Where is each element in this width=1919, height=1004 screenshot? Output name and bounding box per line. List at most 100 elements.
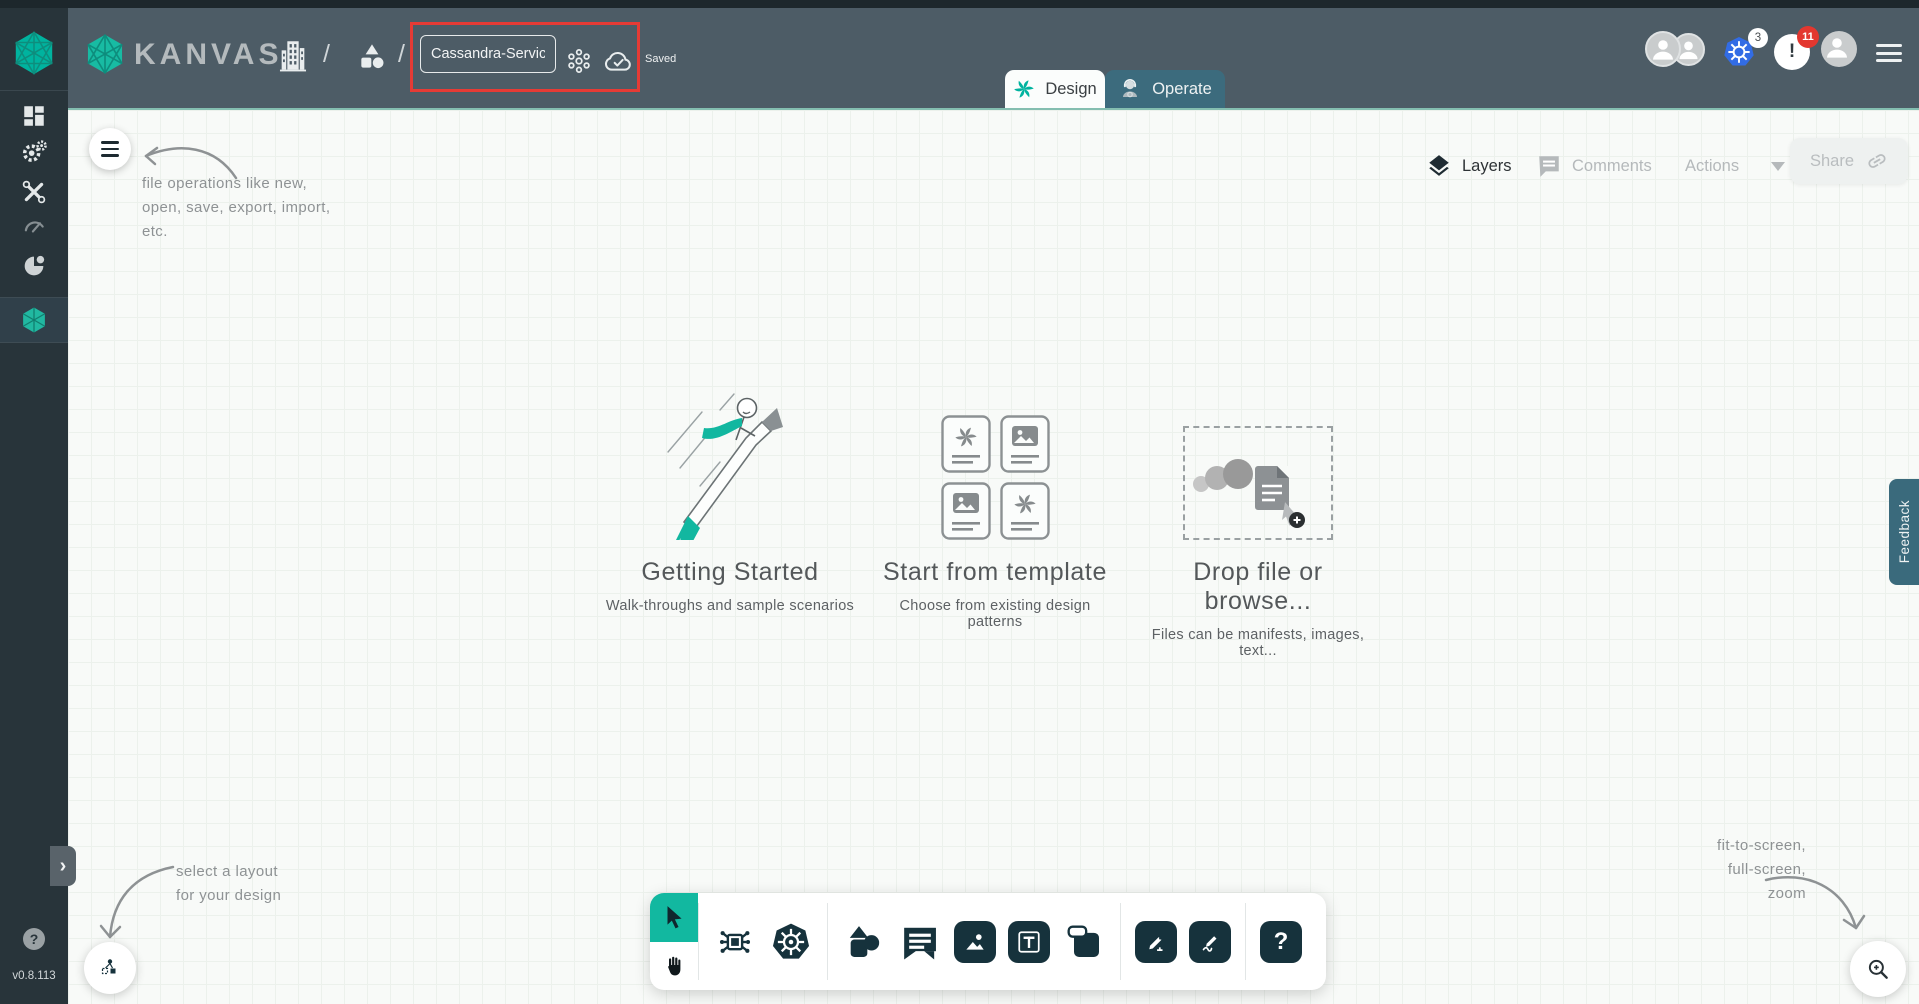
sidebar-expand-toggle[interactable]: › [50,846,76,886]
file-ops-annotation: file operations like new, open, save, ex… [142,175,331,240]
app-header: KANVAS / / Cassandra-Service Saved 3 ! 1… [68,8,1919,108]
alert-exclamation: ! [1788,41,1796,62]
kanvas-app: ? v0.8.113 KANVAS / / Cassandra-Service … [0,0,1919,1004]
zoom-arrow [1764,875,1866,930]
text-icon [1018,930,1040,953]
comment-bubble-icon [904,927,936,959]
sidebar-item-extensions[interactable] [0,248,68,284]
actions-label: Actions [1685,156,1740,175]
tab-operate-label: Operate [1152,79,1212,98]
breadcrumb-separator: / [323,40,330,68]
file-menu-button[interactable] [89,128,131,170]
tab-design-label: Design [1045,79,1097,98]
magnifier-plus-icon [1868,959,1888,979]
collaborator-avatar[interactable] [1645,31,1681,67]
layers-label: Layers [1462,156,1512,175]
pen-tool-button[interactable] [1135,920,1177,963]
operator-icon [1123,79,1138,98]
pan-tool-button[interactable] [650,942,698,991]
start-from-template-card[interactable]: Start from template Choose from existing… [875,382,1115,630]
app-version: v0.8.113 [12,970,56,982]
notifications-button[interactable]: ! 11 [1774,26,1819,70]
header-menu-icon[interactable] [1876,44,1902,67]
window-top-strip [0,0,1919,8]
kubernetes-count-badge: 3 [1748,28,1768,48]
layout-button[interactable] [84,942,136,994]
breadcrumb-separator: / [398,40,405,68]
rocket-illustration [600,382,860,540]
select-tool-button[interactable] [650,893,698,942]
canvas-toolbar: ? [650,893,1326,990]
layout-annotation: select a layout for your design [176,863,282,904]
image-icon [966,933,984,950]
sidebar-item-lifecycle[interactable] [0,134,68,170]
tab-operate[interactable]: Operate [1105,70,1225,108]
mesh-pie-icon [24,255,45,276]
text-tool-button[interactable] [1008,920,1050,963]
graph-layout-icon [101,959,116,975]
zoom-button[interactable] [1850,941,1906,997]
drop-subtitle: Files can be manifests, images, text... [1151,627,1365,659]
sticky-note-icon [1067,924,1099,957]
image-tool-button[interactable] [954,920,996,963]
drop-title: Drop file or browse... [1193,558,1323,615]
comment-tool-button[interactable] [898,920,942,964]
component-tool-button[interactable] [713,920,757,964]
toolbar-help-button[interactable]: ? [1260,920,1302,963]
design-nodes-icon[interactable] [565,47,593,80]
organization-icon[interactable] [278,39,308,78]
kubernetes-tool-button[interactable] [769,920,813,964]
shapes-icon [849,925,880,957]
link-icon [1868,154,1886,168]
layout-arrow [99,865,175,939]
help-button[interactable]: ? [23,928,45,950]
feedback-label: Feedback [1896,500,1912,564]
kanvas-hexagon-icon [22,307,46,333]
getting-started-card[interactable]: Getting Started Walk-throughs and sample… [600,382,860,614]
actions-dropdown[interactable]: Actions [1685,146,1786,186]
cursor-icon [667,906,682,929]
question-mark-glyph: ? [1273,927,1289,955]
kanvas-logo-text: KANVAS [134,38,283,71]
sidebar-item-kanvas-active[interactable] [0,297,68,343]
note-tool-button[interactable] [1062,920,1106,964]
share-label: Share [1809,151,1855,170]
drop-file-illustration [1193,459,1305,528]
kanvas-logo-icon[interactable] [83,32,127,81]
chevron-down-icon [1771,161,1786,171]
shapes-tool-button[interactable] [842,920,886,964]
feedback-tab[interactable]: Feedback [1889,479,1919,585]
design-name-input[interactable] [420,35,556,73]
getting-started-subtitle: Walk-throughs and sample scenarios [605,598,855,614]
drop-file-card[interactable]: Drop file or browse... Files can be mani… [1138,382,1378,659]
gears-icon [22,140,47,162]
sidebar-item-performance[interactable] [0,208,68,244]
kubernetes-context-button[interactable]: 3 [1720,28,1768,70]
hand-icon [668,956,681,976]
workspace-icon[interactable] [356,41,388,78]
save-status-text: Saved [645,53,677,65]
pencil-scribble-icon [1202,935,1217,952]
template-cards-icon [940,415,1050,540]
comments-button[interactable]: Comments [1536,146,1652,186]
tab-design[interactable]: Design [1005,70,1105,108]
pen-ruler-icon [1149,936,1163,951]
sidebar-item-configuration[interactable] [0,174,68,210]
cloud-saved-icon[interactable] [602,46,634,81]
freehand-tool-button[interactable] [1189,920,1231,963]
chevron-right-icon: › [59,854,67,877]
getting-started-title: Getting Started [641,558,819,586]
design-pinwheel-icon [1014,80,1035,98]
share-button[interactable]: Share [1790,138,1908,184]
helm-wheel-icon [772,923,810,959]
gauge-icon [24,221,44,233]
comments-label: Comments [1572,156,1652,175]
design-canvas[interactable]: file operations like new, open, save, ex… [68,108,1919,1004]
sidebar-item-dashboard[interactable] [0,98,68,134]
user-avatar[interactable] [1821,31,1857,67]
drop-zone[interactable] [1183,426,1333,540]
meshery-logo-icon[interactable] [11,30,57,81]
tools-icon [22,180,46,204]
layers-icon [1429,155,1449,176]
layers-button[interactable]: Layers [1426,146,1512,186]
